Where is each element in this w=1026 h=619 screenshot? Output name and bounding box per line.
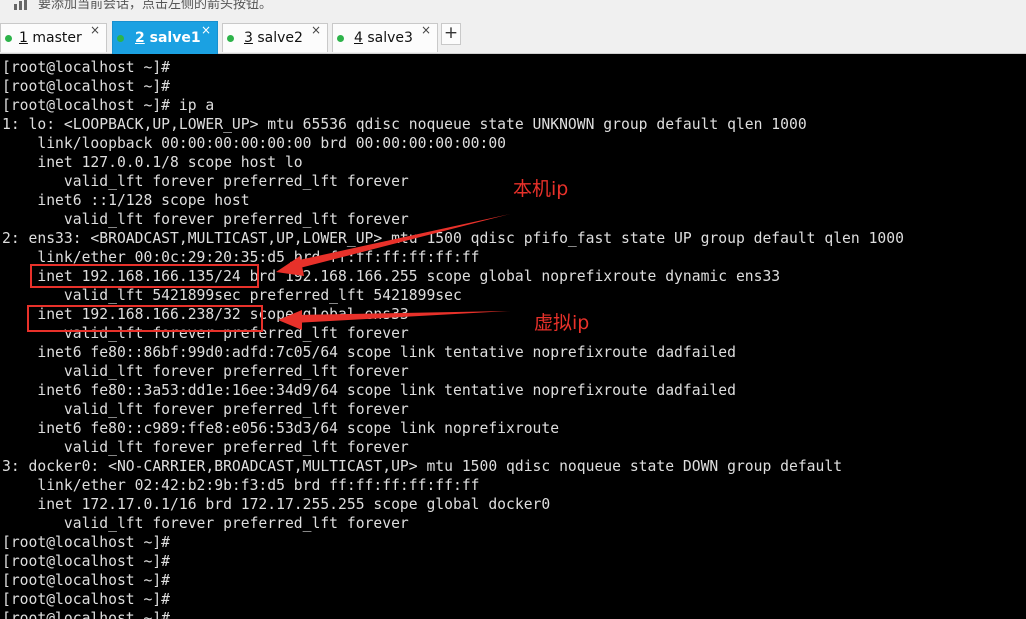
virtual-ip-label: 虚拟ip (534, 312, 590, 334)
virtual-ip-arrowhead (278, 310, 302, 330)
local-ip-label: 本机ip (513, 178, 569, 200)
local-ip-arrow (290, 214, 510, 270)
annotation-arrows (276, 214, 510, 330)
virtual-ip-arrow (294, 311, 510, 323)
local-ip-arrowhead (276, 256, 304, 276)
